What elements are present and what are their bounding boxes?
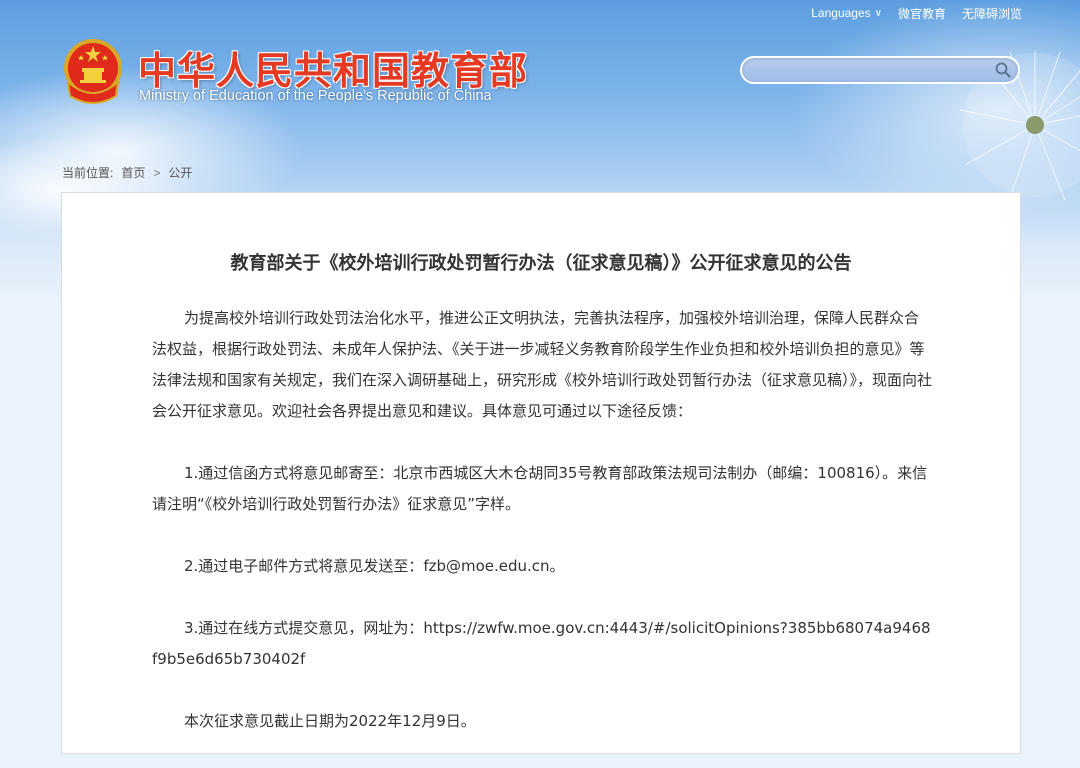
national-emblem-icon [64,39,122,104]
article-paragraph-mail: 1.通过信函方式将意见邮寄至：北京市西城区大木仓胡同35号教育部政策法规司法制办… [152,464,928,513]
wechat-link[interactable]: 微官教育 [898,5,946,22]
article-body: 为提高校外培训行政处罚法治化水平，推进公正文明执法，完善执法程序，加强校外培训治… [152,303,932,768]
site-title-chinese: 中华人民共和国教育部 [138,49,529,93]
top-navigation: Languages ∨ 微官教育 无障碍浏览 [811,4,1022,22]
search-box [740,56,1020,84]
search-icon[interactable] [994,61,1012,79]
breadcrumb-home-link[interactable]: 首页 [121,164,145,181]
breadcrumb-current-link[interactable]: 公开 [168,164,192,181]
article-paragraph-intro: 为提高校外培训行政处罚法治化水平，推进公正文明执法，完善执法程序，加强校外培训治… [152,309,933,420]
breadcrumb-prefix: 当前位置: [62,166,114,180]
breadcrumb: 当前位置: 首页 > 公开 [62,164,192,181]
chevron-down-icon: ∨ [874,7,882,19]
search-input[interactable] [754,61,988,81]
article-panel: 教育部关于《校外培训行政处罚暂行办法（征求意见稿）》公开征求意见的公告 为提高校… [61,192,1021,754]
article-paragraph-email: 2.通过电子邮件方式将意见发送至：fzb@moe.edu.cn。 [184,557,565,575]
breadcrumb-separator: > [153,165,161,180]
site-title-english: Ministry of Education of the People's Re… [139,88,492,104]
article-paragraph-deadline: 本次征求意见截止日期为2022年12月9日。 [184,712,476,730]
article-paragraph-online: 3.通过在线方式提交意见，网址为：https://zwfw.moe.gov.cn… [152,619,931,668]
article-title: 教育部关于《校外培训行政处罚暂行办法（征求意见稿）》公开征求意见的公告 [230,253,852,274]
languages-menu[interactable]: Languages ∨ [811,6,882,20]
languages-label: Languages [811,6,871,20]
accessibility-link[interactable]: 无障碍浏览 [962,5,1022,22]
